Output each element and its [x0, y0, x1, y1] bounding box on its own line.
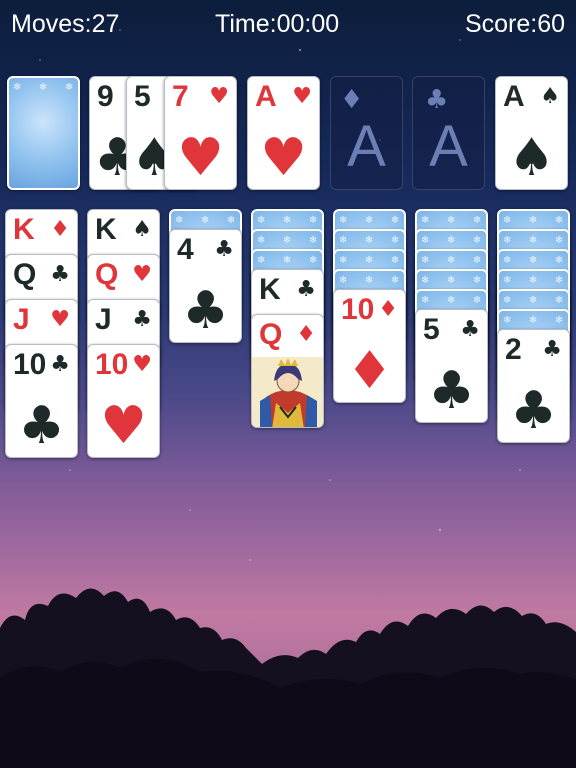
heart-icon: ♥	[260, 128, 307, 188]
card-rank: Q	[95, 258, 119, 291]
card-rank: 5	[423, 313, 440, 346]
card-rank: K	[13, 213, 35, 246]
card-rank: 4	[177, 233, 194, 266]
diamond-icon: ♦	[340, 85, 364, 115]
club-icon: ♣	[296, 277, 316, 302]
diamond-icon: ♦	[346, 341, 393, 401]
club-icon: ♣	[50, 262, 70, 287]
club-icon: ♣	[182, 281, 229, 341]
card-rank: J	[13, 303, 30, 336]
club-icon: ♣	[214, 237, 234, 262]
waste-card-top[interactable]: 7 ♥ ♥	[164, 76, 237, 190]
spade-icon: ♠	[132, 217, 152, 242]
tableau-card[interactable]: 5 ♣ ♣	[415, 309, 488, 423]
spade-icon: ♠	[540, 84, 560, 109]
spade-icon: ♠	[508, 128, 555, 188]
club-icon: ♣	[132, 307, 152, 332]
score-counter: Score:60	[464, 10, 565, 38]
timer: Time:00:00	[215, 10, 340, 38]
queen-face-art	[252, 357, 323, 427]
heart-icon: ♥	[292, 84, 312, 109]
foundation-placeholder: A	[347, 114, 386, 179]
club-icon: ♣	[50, 352, 70, 377]
card-rank: A	[255, 80, 277, 113]
tree-silhouette	[0, 588, 576, 768]
diamond-icon: ♦	[378, 297, 398, 322]
heart-icon: ♥	[132, 352, 152, 377]
heart-icon: ♥	[177, 128, 224, 188]
tableau-card[interactable]: Q ♦	[251, 314, 324, 428]
card-rank: 7	[172, 80, 189, 113]
heart-icon: ♥	[132, 262, 152, 287]
card-rank: A	[503, 80, 525, 113]
club-icon: ♣	[428, 361, 475, 421]
card-rank: Q	[13, 258, 37, 291]
card-rank: K	[95, 213, 117, 246]
diamond-icon: ♦	[50, 217, 70, 242]
card-rank: K	[259, 273, 281, 306]
foundation-placeholder: A	[429, 114, 468, 179]
card-rank: 10	[13, 348, 47, 381]
foundation-diamonds-empty[interactable]: ♦ A	[330, 76, 403, 190]
club-icon: ♣	[425, 85, 449, 115]
card-rank: 10	[341, 293, 375, 326]
card-rank: 10	[95, 348, 129, 381]
tableau-card[interactable]: 10 ♦ ♦	[333, 289, 406, 403]
tableau-card[interactable]: 2 ♣ ♣	[497, 329, 570, 443]
tableau-card[interactable]: 4 ♣ ♣	[169, 229, 242, 343]
card-rank: 9	[97, 80, 114, 113]
card-rank: Q	[259, 318, 283, 351]
card-rank: 2	[505, 333, 522, 366]
tableau-card[interactable]: 10 ♥ ♥	[87, 344, 160, 458]
foundation-hearts[interactable]: A ♥ ♥	[247, 76, 320, 190]
moves-counter: Moves:27	[11, 10, 120, 38]
club-icon: ♣	[18, 396, 65, 456]
tableau-card[interactable]: 10 ♣ ♣	[5, 344, 78, 458]
club-icon: ♣	[542, 337, 562, 362]
heart-icon: ♥	[50, 307, 70, 332]
club-icon: ♣	[510, 381, 557, 441]
heart-icon: ♥	[209, 84, 229, 109]
stock-pile[interactable]	[7, 76, 80, 190]
card-rank: J	[95, 303, 112, 336]
card-rank: 5	[134, 80, 151, 113]
heart-icon: ♥	[100, 396, 147, 456]
diamond-icon: ♦	[296, 322, 316, 347]
club-icon: ♣	[460, 317, 480, 342]
foundation-spades[interactable]: A ♠ ♠	[495, 76, 568, 190]
foundation-clubs-empty[interactable]: ♣ A	[412, 76, 485, 190]
